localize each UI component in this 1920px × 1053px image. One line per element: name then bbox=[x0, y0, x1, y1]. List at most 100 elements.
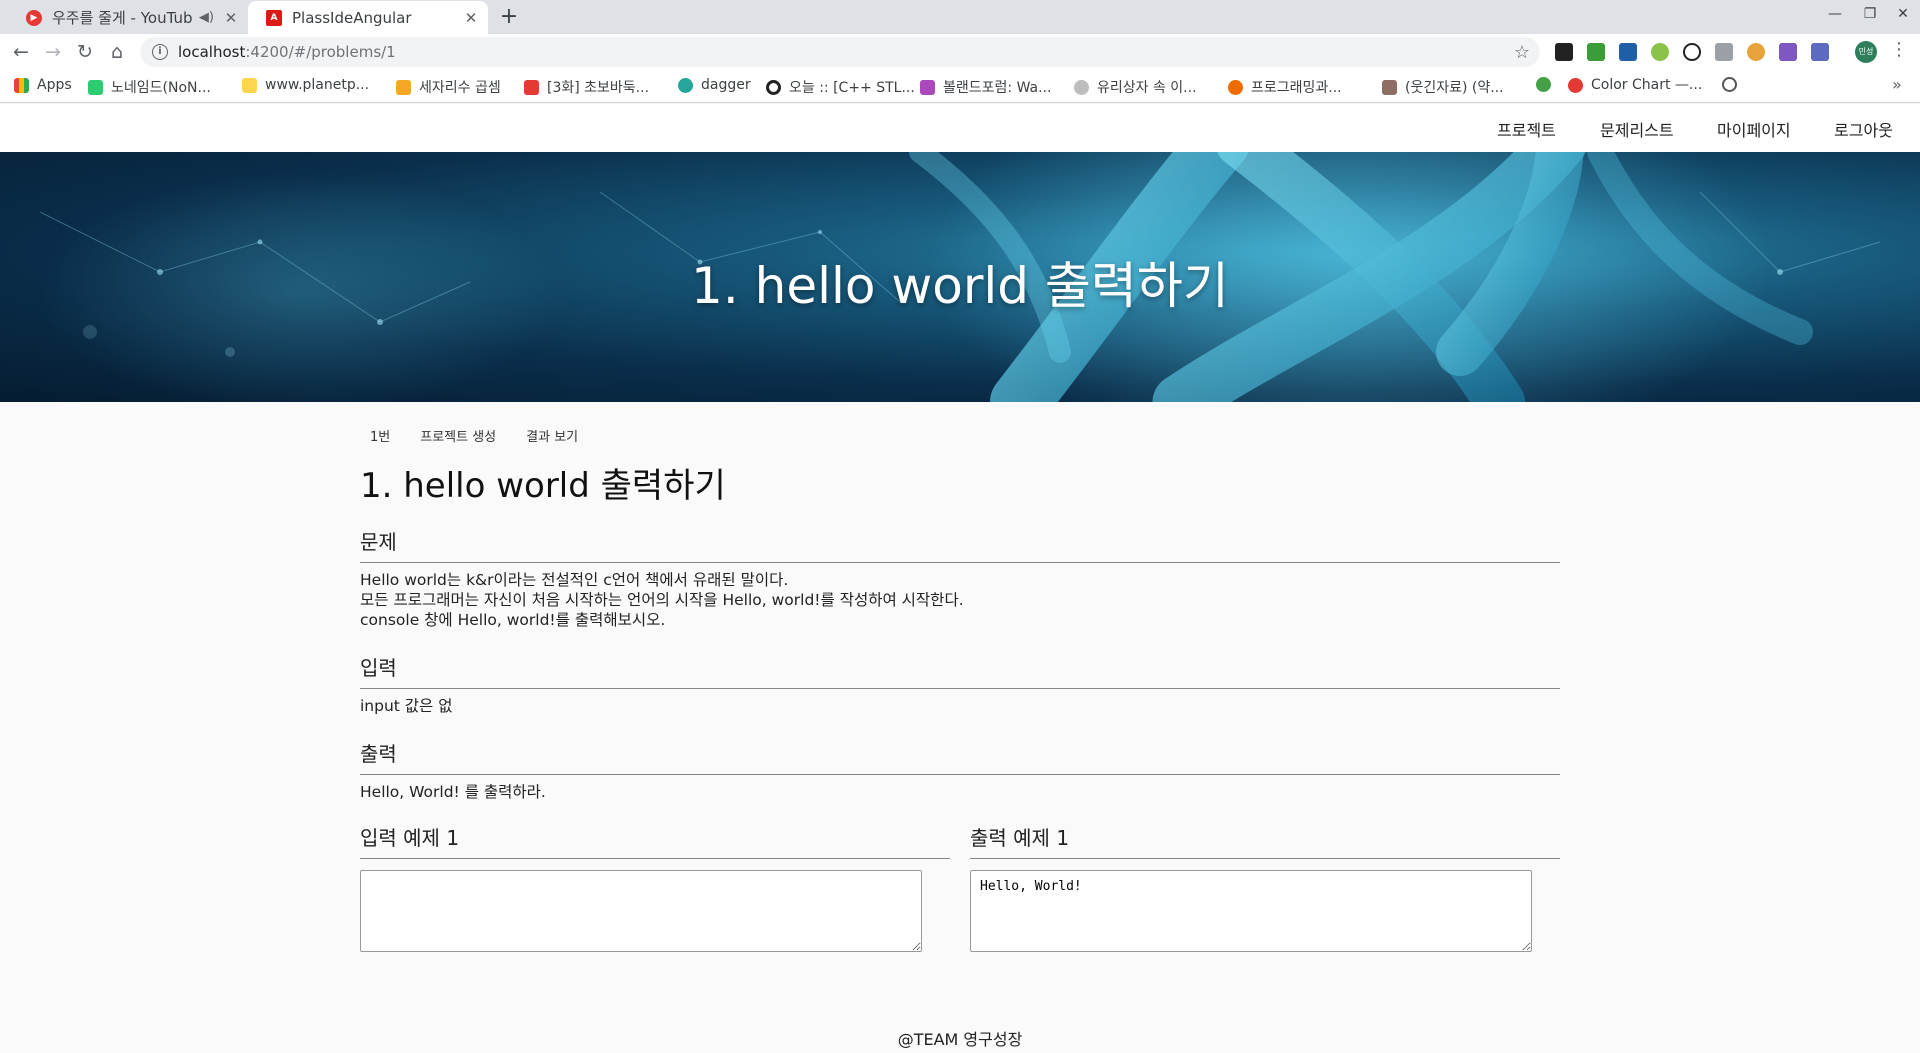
extension-screen-icon[interactable] bbox=[1619, 43, 1637, 61]
bookmark-label: 노네임드(NoN... bbox=[111, 80, 211, 96]
new-tab-button[interactable]: + bbox=[496, 4, 522, 29]
bookmark-label: www.planetp... bbox=[265, 77, 370, 93]
bookmark-apps[interactable]: Apps bbox=[14, 77, 72, 93]
apps-grid-icon bbox=[14, 77, 29, 93]
bookmark-star-icon[interactable]: ☆ bbox=[1514, 42, 1530, 63]
tab-plassideangular[interactable]: A PlassIdeAngular ✕ bbox=[248, 1, 488, 34]
bookmark-label: 볼랜드포럼: Wa... bbox=[943, 80, 1052, 96]
problem-heading: 문제 bbox=[360, 526, 1560, 563]
bookmark-item[interactable]: dagger bbox=[678, 77, 751, 93]
bookmark-item[interactable] bbox=[1536, 77, 1559, 92]
description-line: 모든 프로그래머는 자신이 처음 시작하는 언어의 시작을 Hello, wor… bbox=[360, 591, 964, 609]
problem-subnav: 1번 프로젝트 생성 결과 보기 bbox=[370, 426, 608, 445]
nav-problem-list[interactable]: 문제리스트 bbox=[1600, 117, 1674, 141]
audio-playing-icon[interactable]: ◀) bbox=[199, 10, 214, 25]
extension-search-icon[interactable] bbox=[1683, 43, 1701, 61]
tab-youtube[interactable]: ▶ 우주를 줄게 - YouTube M ◀) ✕ bbox=[8, 1, 248, 34]
bookmark-label: Apps bbox=[37, 77, 72, 93]
description-line: Hello world는 k&r이라는 전설적인 c언어 책에서 유래된 말이다… bbox=[360, 571, 789, 589]
input-heading: 입력 bbox=[360, 652, 1560, 689]
bookmark-label: Color Chart —... bbox=[1591, 77, 1703, 93]
home-icon[interactable]: ⌂ bbox=[104, 39, 130, 65]
minimize-icon[interactable]: — bbox=[1820, 6, 1850, 22]
output-heading: 출력 bbox=[360, 738, 1560, 775]
extension-node-icon[interactable] bbox=[1651, 43, 1669, 61]
bookmark-item[interactable]: 오늘 :: [C++ STL... bbox=[766, 77, 915, 97]
bookmark-item[interactable] bbox=[1722, 77, 1745, 92]
bookmark-item[interactable]: 세자리수 곱셈 bbox=[396, 77, 501, 97]
dagger-icon bbox=[678, 77, 693, 93]
bookmark-item[interactable]: www.planetp... bbox=[242, 77, 369, 93]
nav-logout[interactable]: 로그아웃 bbox=[1834, 117, 1893, 141]
bookmark-item[interactable]: 볼랜드포럼: Wa... bbox=[920, 77, 1051, 97]
bookmark-label: dagger bbox=[701, 77, 751, 93]
youtube-music-icon: ▶ bbox=[26, 9, 42, 26]
bookmarks-bar: Apps 노네임드(NoN... www.planetp... 세자리수 곱셈 … bbox=[0, 70, 1920, 103]
tistory-icon bbox=[1228, 79, 1243, 95]
subnav-create-project[interactable]: 프로젝트 생성 bbox=[420, 426, 496, 445]
planet-icon bbox=[242, 77, 257, 93]
subnav-view-results[interactable]: 결과 보기 bbox=[526, 426, 578, 445]
bird-icon bbox=[1382, 79, 1397, 95]
browser-toolbar: ← → ↻ ⌂ i localhost:4200/#/problems/1 ☆ … bbox=[0, 34, 1920, 70]
url-host: localhost bbox=[178, 43, 246, 61]
bookmark-label: 오늘 :: [C++ STL... bbox=[789, 80, 915, 96]
bookmark-item[interactable]: [3화] 초보바둑... bbox=[524, 77, 649, 97]
address-bar[interactable]: i localhost:4200/#/problems/1 ☆ bbox=[140, 37, 1540, 67]
close-tab-icon[interactable]: ✕ bbox=[220, 9, 242, 27]
browser-tabstrip: ▶ 우주를 줄게 - YouTube M ◀) ✕ A PlassIdeAngu… bbox=[0, 0, 1920, 34]
browser-menu-icon[interactable]: ⋮ bbox=[1890, 39, 1908, 60]
close-tab-icon[interactable]: ✕ bbox=[460, 9, 482, 27]
circle-icon bbox=[766, 79, 781, 95]
bookmark-label: 세자리수 곱셈 bbox=[419, 80, 501, 96]
subnav-problem-number[interactable]: 1번 bbox=[370, 426, 390, 445]
globe-gray-icon bbox=[1074, 79, 1089, 95]
footer: @TEAM 영구성장 bbox=[897, 1030, 1023, 1049]
top-navigation: 프로젝트 문제리스트 마이페이지 로그아웃 bbox=[0, 104, 1920, 152]
nav-projects[interactable]: 프로젝트 bbox=[1497, 117, 1556, 141]
bookmark-label: 프로그래밍과... bbox=[1251, 80, 1342, 96]
problem-description: Hello world는 k&r이라는 전설적인 c언어 책에서 유래된 말이다… bbox=[360, 570, 964, 630]
forward-icon[interactable]: → bbox=[40, 39, 66, 65]
description-line: console 창에 Hello, world!를 출력해보시오. bbox=[360, 611, 666, 629]
back-icon[interactable]: ← bbox=[8, 39, 34, 65]
green-circle-icon bbox=[1536, 77, 1551, 92]
heart-icon bbox=[920, 79, 935, 95]
bookmark-item[interactable]: 유리상자 속 이... bbox=[1074, 77, 1197, 97]
bookmark-item[interactable]: 프로그래밍과... bbox=[1228, 77, 1342, 97]
output-description: Hello, World! 를 출력하라. bbox=[360, 783, 546, 801]
nav-mypage[interactable]: 마이페이지 bbox=[1717, 117, 1791, 141]
example-input-heading: 입력 예제 1 bbox=[360, 822, 950, 859]
input-description: input 값은 없 bbox=[360, 697, 453, 715]
extension-cookie-icon[interactable] bbox=[1747, 43, 1765, 61]
example-input-textarea[interactable] bbox=[360, 870, 922, 952]
extension-color-icon[interactable] bbox=[1779, 43, 1797, 61]
bookmark-label: (웃긴자료) (약... bbox=[1405, 80, 1504, 96]
profile-avatar[interactable]: 민성 bbox=[1855, 41, 1877, 63]
page-title: 1. hello world 출력하기 bbox=[360, 466, 726, 506]
bookmark-item[interactable]: Color Chart —... bbox=[1568, 77, 1702, 93]
page: 프로젝트 문제리스트 마이페이지 로그아웃 1. hello world 출력하… bbox=[0, 104, 1920, 1053]
tab-title: 우주를 줄게 - YouTube M bbox=[52, 9, 193, 27]
hero-banner: 1. hello world 출력하기 bbox=[0, 152, 1920, 402]
bookmarks-overflow-icon[interactable]: » bbox=[1892, 75, 1902, 94]
bookmark-item[interactable]: 노네임드(NoN... bbox=[88, 77, 211, 97]
extension-picker-icon[interactable] bbox=[1811, 43, 1829, 61]
close-window-icon[interactable]: ✕ bbox=[1888, 6, 1918, 22]
color-chart-icon bbox=[1568, 77, 1583, 93]
example-output-textarea[interactable]: Hello, World! bbox=[970, 870, 1532, 952]
reload-icon[interactable]: ↻ bbox=[72, 39, 98, 65]
bookmark-label: 유리상자 속 이... bbox=[1097, 80, 1197, 96]
bookmark-item[interactable]: (웃긴자료) (약... bbox=[1382, 77, 1504, 97]
leaf-icon bbox=[88, 79, 103, 95]
example-output-heading: 출력 예제 1 bbox=[970, 822, 1560, 859]
extension-glasses-icon[interactable] bbox=[1555, 43, 1573, 61]
extension-cors-icon[interactable] bbox=[1587, 43, 1605, 61]
restore-icon[interactable]: ❐ bbox=[1855, 6, 1885, 22]
youtube-icon bbox=[524, 79, 539, 95]
site-info-icon[interactable]: i bbox=[152, 44, 168, 60]
extension-camera-icon[interactable] bbox=[1715, 43, 1733, 61]
tab-title: PlassIdeAngular bbox=[292, 8, 412, 27]
angular-icon: A bbox=[266, 9, 282, 26]
globe-icon bbox=[1722, 77, 1737, 92]
